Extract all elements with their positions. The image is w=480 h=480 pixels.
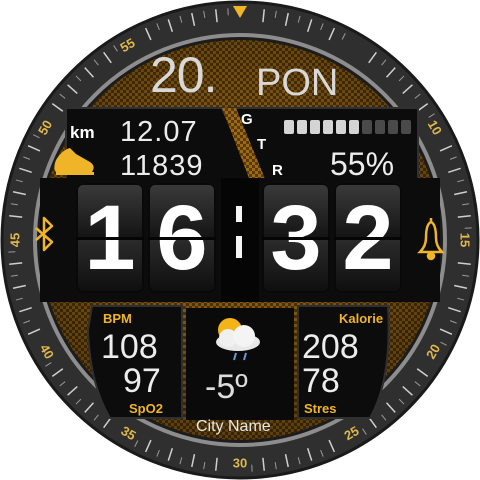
bezel-number: 45 xyxy=(7,233,22,247)
steps-value[interactable]: 11839 xyxy=(120,152,204,181)
watch-face: 10152025303540455055 xyxy=(0,0,480,480)
battery-segment xyxy=(297,120,307,134)
battery-segment xyxy=(323,120,333,134)
spo2-value[interactable]: 97 xyxy=(123,364,161,398)
battery-segment xyxy=(336,120,346,134)
minute-tens-card: 3 xyxy=(262,183,330,293)
bezel-number: 30 xyxy=(233,455,247,470)
bezel-number: 15 xyxy=(458,233,473,247)
hour-ones-digit: 6 xyxy=(156,187,208,289)
distance-unit: km xyxy=(70,123,95,142)
battery-segment xyxy=(362,120,372,134)
stress-value[interactable]: 78 xyxy=(302,364,340,398)
weather-temperature[interactable]: -5º xyxy=(205,370,248,404)
calories-value[interactable]: 208 xyxy=(302,330,359,364)
battery-percent[interactable]: 55% xyxy=(330,148,394,180)
battery-segment xyxy=(349,120,359,134)
spo2-label: SpO2 xyxy=(129,401,163,416)
minute-tens-digit: 3 xyxy=(270,187,322,289)
date-weekday: PON xyxy=(256,62,339,104)
battery-segment xyxy=(388,120,398,134)
date-day-number: 20. xyxy=(150,47,218,103)
battery-segment xyxy=(284,120,294,134)
stress-label: Stres xyxy=(304,401,337,416)
weather-city: City Name xyxy=(196,418,271,435)
heart-rate-label: BPM xyxy=(103,311,132,326)
calories-label: Kalorie xyxy=(339,311,384,326)
hour-ones-card: 6 xyxy=(148,183,216,293)
heart-rate-value[interactable]: 108 xyxy=(101,330,158,364)
gtr-letter-t: T xyxy=(257,136,267,153)
hour-tens-digit: 1 xyxy=(84,187,136,289)
distance-value[interactable]: 12.07 xyxy=(120,118,198,147)
battery-segment xyxy=(310,120,320,134)
hour-tens-card: 1 xyxy=(76,183,144,293)
minute-ones-card: 2 xyxy=(334,183,402,293)
battery-segment xyxy=(401,120,411,134)
gtr-letter-g: G xyxy=(241,111,253,128)
gtr-letter-r: R xyxy=(272,162,283,179)
battery-segment xyxy=(375,120,385,134)
minute-ones-digit: 2 xyxy=(342,187,394,289)
